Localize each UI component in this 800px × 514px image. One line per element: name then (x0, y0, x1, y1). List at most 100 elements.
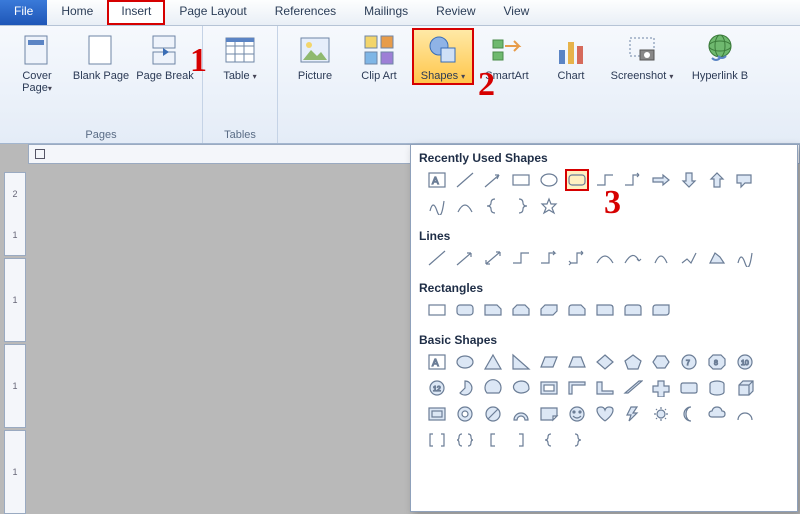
vertical-ruler[interactable]: 21 1 1 1 (4, 172, 26, 514)
shape-left-brace2[interactable] (537, 429, 561, 451)
shape-bevel[interactable] (425, 403, 449, 425)
shape-cube[interactable] (733, 377, 757, 399)
shape-arc[interactable] (453, 195, 477, 217)
shape-rect-round1[interactable] (593, 299, 617, 321)
shape-callout[interactable] (733, 169, 757, 191)
shape-rect-snip-diag[interactable] (537, 299, 561, 321)
shape-rect-rounded[interactable] (453, 299, 477, 321)
shape-rect-round2[interactable] (621, 299, 645, 321)
shape-smiley[interactable] (565, 403, 589, 425)
shape-rectangle[interactable] (509, 169, 533, 191)
shape-plus[interactable] (649, 377, 673, 399)
shape-elbow-arrow[interactable] (621, 169, 645, 191)
shape-lightning[interactable] (621, 403, 645, 425)
shape-scribble2[interactable] (733, 247, 757, 269)
cover-page-button[interactable]: Cover Page▾ (8, 30, 66, 95)
shape-double-brace[interactable] (453, 429, 477, 451)
shape-rect-plain[interactable] (425, 299, 449, 321)
shape-cloud[interactable] (705, 403, 729, 425)
screenshot-button[interactable]: Screenshot ▾ (606, 30, 678, 83)
shape-arrow-line[interactable] (481, 169, 505, 191)
shape-rect-snip1[interactable] (481, 299, 505, 321)
shape-donut[interactable] (453, 403, 477, 425)
shape-sun[interactable] (649, 403, 673, 425)
shape-chord[interactable] (481, 377, 505, 399)
shape-plaque[interactable] (677, 377, 701, 399)
shape-right-brace[interactable] (509, 195, 533, 217)
shape-up-arrow[interactable] (705, 169, 729, 191)
shape-half-frame[interactable] (565, 377, 589, 399)
shape-pentagon[interactable] (621, 351, 645, 373)
shape-diag-stripe[interactable] (621, 377, 645, 399)
tab-page-layout[interactable]: Page Layout (165, 0, 260, 25)
shape-down-arrow[interactable] (677, 169, 701, 191)
blank-page-button[interactable]: Blank Page (72, 30, 130, 95)
shape-rect-snip2[interactable] (509, 299, 533, 321)
shape-line[interactable] (425, 247, 449, 269)
shape-diamond[interactable] (593, 351, 617, 373)
shape-rounded-rectangle[interactable] (565, 169, 589, 191)
shape-rect-rounddiag[interactable] (649, 299, 673, 321)
shape-freeform-open[interactable] (677, 247, 701, 269)
shape-teardrop[interactable] (509, 377, 533, 399)
shape-oval2[interactable] (453, 351, 477, 373)
shape-right-brace2[interactable] (565, 429, 589, 451)
shape-right-bracket[interactable] (509, 429, 533, 451)
shape-folded-corner[interactable] (537, 403, 561, 425)
shape-textbox[interactable]: A (425, 169, 449, 191)
shape-rect-sniprnd[interactable] (565, 299, 589, 321)
shape-right-arrow[interactable] (649, 169, 673, 191)
shape-pie[interactable] (453, 377, 477, 399)
shape-left-bracket[interactable] (481, 429, 505, 451)
chart-button[interactable]: Chart (542, 30, 600, 83)
tab-insert[interactable]: Insert (107, 0, 165, 25)
tab-references[interactable]: References (261, 0, 350, 25)
tab-review[interactable]: Review (422, 0, 489, 25)
shape-oval[interactable] (537, 169, 561, 191)
shape-parallelogram[interactable] (537, 351, 561, 373)
shape-double-bracket[interactable] (425, 429, 449, 451)
shape-octagon[interactable]: 8 (705, 351, 729, 373)
shape-right-triangle[interactable] (509, 351, 533, 373)
shape-curve-double[interactable] (649, 247, 673, 269)
shape-star[interactable] (537, 195, 561, 217)
tab-file[interactable]: File (0, 0, 47, 25)
table-button[interactable]: Table ▾ (211, 30, 269, 83)
shape-arc2[interactable] (733, 403, 757, 425)
shape-textbox2[interactable]: A (425, 351, 449, 373)
chevron-down-icon: ▾ (669, 72, 673, 81)
page-break-button[interactable]: Page Break (136, 30, 194, 95)
shape-double-arrow[interactable] (481, 247, 505, 269)
shape-left-brace[interactable] (481, 195, 505, 217)
shape-scribble[interactable] (425, 195, 449, 217)
shapes-button[interactable]: Shapes ▾ (412, 28, 474, 85)
shape-elbow-double[interactable] (565, 247, 589, 269)
shape-frame[interactable] (537, 377, 561, 399)
shape-elbow-connector[interactable] (509, 247, 533, 269)
tab-view[interactable]: View (490, 0, 544, 25)
clip-art-button[interactable]: Clip Art (350, 30, 408, 83)
shape-no-symbol[interactable] (481, 403, 505, 425)
shape-decagon[interactable]: 10 (733, 351, 757, 373)
shape-elbow-arrow[interactable] (537, 247, 561, 269)
shape-dodecagon[interactable]: 12 (425, 377, 449, 399)
hyperlink-button[interactable]: Hyperlink B (684, 30, 756, 83)
shape-can[interactable] (705, 377, 729, 399)
shape-trapezoid[interactable] (565, 351, 589, 373)
tab-mailings[interactable]: Mailings (350, 0, 422, 25)
shape-curve[interactable] (593, 247, 617, 269)
shape-curve-arrow[interactable] (621, 247, 645, 269)
tab-home[interactable]: Home (47, 0, 107, 25)
shape-arrow-line[interactable] (453, 247, 477, 269)
shape-heart[interactable] (593, 403, 617, 425)
svg-text:10: 10 (741, 360, 749, 367)
shape-heptagon[interactable]: 7 (677, 351, 701, 373)
shape-hexagon[interactable] (649, 351, 673, 373)
shape-moon[interactable] (677, 403, 701, 425)
picture-button[interactable]: Picture (286, 30, 344, 83)
shape-triangle[interactable] (481, 351, 505, 373)
shape-line[interactable] (453, 169, 477, 191)
shape-block-arc[interactable] (509, 403, 533, 425)
shape-l-shape[interactable] (593, 377, 617, 399)
shape-freeform-closed[interactable] (705, 247, 729, 269)
